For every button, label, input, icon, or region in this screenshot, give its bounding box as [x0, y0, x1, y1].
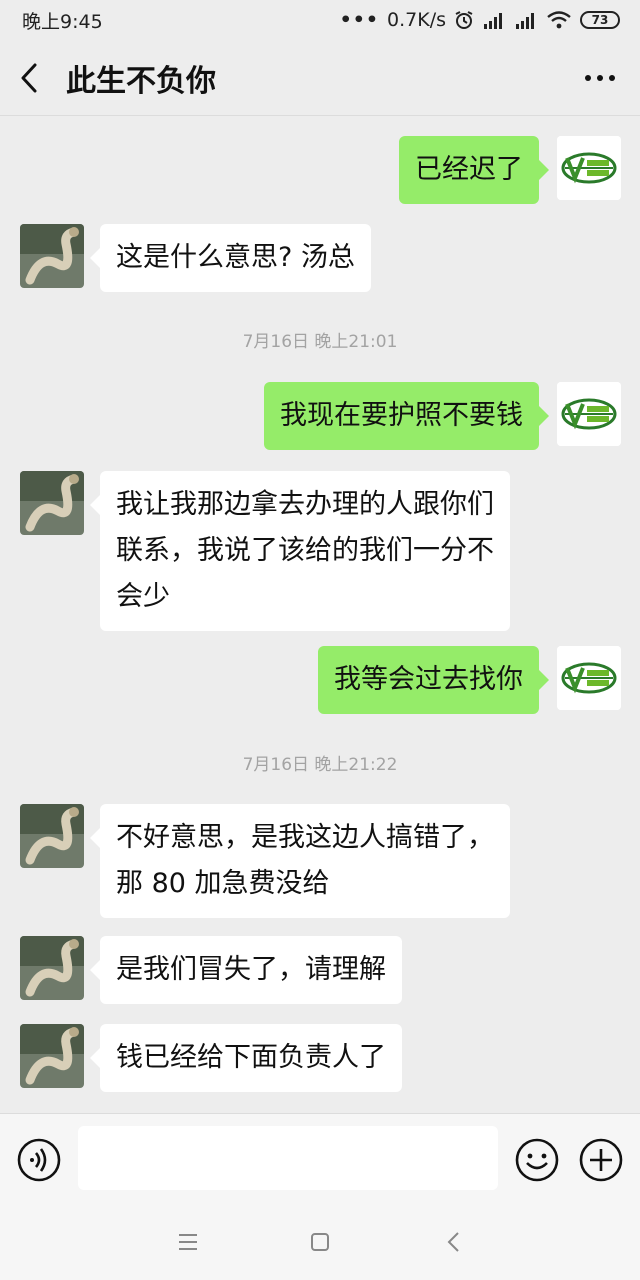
logo-avatar-icon	[557, 136, 621, 200]
message-input[interactable]	[78, 1126, 498, 1190]
message-line: 那 80 加急费没给	[116, 868, 330, 899]
message-bubble-other[interactable]: 不好意思，是我这边人搞错了， 那 80 加急费没给	[90, 804, 510, 918]
contact-avatar[interactable]	[20, 471, 84, 535]
contact-avatar[interactable]	[20, 804, 84, 868]
menu-button[interactable]	[175, 1229, 201, 1255]
home-icon	[311, 1233, 329, 1251]
timestamp: 7月16日 晚上21:01	[242, 332, 398, 352]
message-line: 我让我那边拿去办理的人跟你们	[116, 489, 494, 520]
status-time: 晚上9:45	[22, 10, 103, 33]
self-avatar[interactable]	[557, 136, 621, 200]
message-line: 联系，我说了该给的我们一分不	[116, 535, 494, 566]
wifi-icon	[547, 11, 571, 29]
back-icon	[447, 1232, 459, 1252]
message-bubble-other[interactable]: 我让我那边拿去办理的人跟你们 联系，我说了该给的我们一分不 会少	[90, 471, 510, 631]
dragon-avatar-icon	[20, 804, 84, 868]
dragon-avatar-icon	[20, 224, 84, 288]
contact-avatar[interactable]	[20, 224, 84, 288]
menu-icon	[179, 1234, 197, 1250]
message-bubble-self[interactable]: 已经迟了	[399, 136, 549, 204]
voice-icon	[17, 1138, 61, 1182]
dragon-avatar-icon	[20, 936, 84, 1000]
add-button[interactable]	[578, 1137, 624, 1183]
alarm-icon	[455, 11, 473, 29]
status-icons: ••• 0.7K/s 73	[340, 9, 620, 31]
signal-r-icon	[484, 13, 502, 29]
more-button[interactable]	[578, 58, 622, 98]
emoji-icon	[515, 1138, 559, 1182]
input-bar	[0, 1113, 640, 1203]
status-bar: 晚上9:45 ••• 0.7K/s 73	[0, 0, 640, 40]
system-nav-bar	[0, 1203, 640, 1280]
logo-avatar-icon	[557, 382, 621, 446]
voice-button[interactable]	[16, 1137, 62, 1183]
contact-avatar[interactable]	[20, 1024, 84, 1088]
emoji-button[interactable]	[514, 1137, 560, 1183]
back-button[interactable]	[18, 58, 58, 98]
timestamp: 7月16日 晚上21:22	[242, 755, 398, 775]
message-line: 不好意思，是我这边人搞错了，	[116, 822, 494, 853]
message-bubble-self[interactable]: 我现在要护照不要钱	[264, 382, 549, 450]
self-avatar[interactable]	[557, 646, 621, 710]
more-dots-icon	[585, 74, 615, 81]
battery-icon: 73	[580, 11, 620, 29]
dragon-avatar-icon	[20, 471, 84, 535]
chevron-left-icon	[21, 63, 37, 92]
logo-avatar-icon	[557, 646, 621, 710]
message-bubble-other[interactable]: 是我们冒失了，请理解	[90, 936, 402, 1004]
chat-area[interactable]: 已经迟了 这是什么意思? 汤总 7月16日 晚上21:01 我现在要护照不要钱 …	[0, 117, 640, 1113]
chat-header: 此生不负你	[0, 40, 640, 116]
message-bubble-other[interactable]: 钱已经给下面负责人了	[90, 1024, 402, 1092]
more-dots-status-icon: •••	[339, 9, 380, 31]
message-line: 会少	[116, 581, 170, 612]
message-bubble-other[interactable]: 这是什么意思? 汤总	[90, 224, 371, 292]
plus-icon	[579, 1138, 623, 1182]
chat-title: 此生不负你	[66, 63, 216, 99]
nav-back-button[interactable]	[442, 1229, 468, 1255]
dragon-avatar-icon	[20, 1024, 84, 1088]
message-bubble-self[interactable]: 我等会过去找你	[318, 646, 549, 714]
network-speed: 0.7K/s	[387, 9, 446, 31]
signal-icon	[516, 13, 534, 29]
contact-avatar[interactable]	[20, 936, 84, 1000]
self-avatar[interactable]	[557, 382, 621, 446]
home-button[interactable]	[307, 1229, 333, 1255]
